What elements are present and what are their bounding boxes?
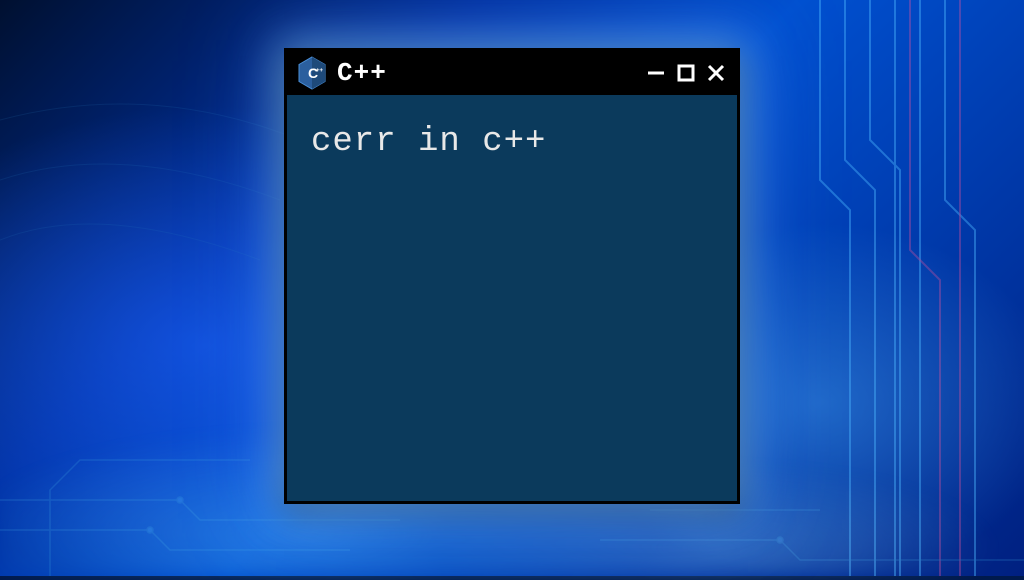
window-title: C++ [337, 58, 635, 88]
terminal-content: cerr in c++ [287, 95, 737, 189]
content-text: cerr in c++ [311, 123, 713, 161]
svg-text:++: ++ [316, 68, 324, 74]
cpp-logo-icon: C ++ [297, 56, 327, 90]
titlebar[interactable]: C ++ C++ [287, 51, 737, 95]
terminal-window: C ++ C++ cerr in [284, 48, 740, 504]
window-controls [645, 62, 727, 84]
minimize-icon[interactable] [645, 62, 667, 84]
close-icon[interactable] [705, 62, 727, 84]
maximize-icon[interactable] [675, 62, 697, 84]
